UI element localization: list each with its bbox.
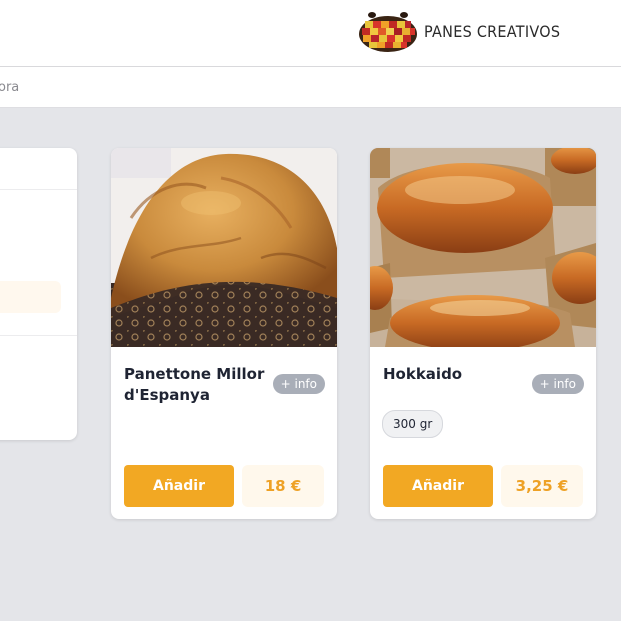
partial-product-card: [0, 148, 77, 440]
brand-logo[interactable]: PANES CREATIVOS: [358, 9, 575, 53]
top-header: PANES CREATIVOS: [0, 0, 621, 67]
partial-price-box: [0, 281, 61, 313]
add-to-cart-button[interactable]: Añadir: [383, 465, 493, 507]
brand-name: PANES CREATIVOS: [424, 21, 561, 41]
product-name: Panettone Millor d'Espanya: [124, 365, 265, 404]
divider: [0, 189, 77, 190]
divider: [0, 335, 77, 336]
product-card-panettone[interactable]: Panettone Millor d'Espanya + info Añadir…: [111, 148, 337, 519]
subnav-link[interactable]: ora: [0, 80, 19, 95]
bread-mosaic-logo-icon: [358, 9, 418, 53]
info-button[interactable]: + info: [272, 374, 325, 394]
panettone-photo[interactable]: [111, 148, 337, 347]
sub-navigation: ora: [0, 67, 621, 108]
hokkaido-bread-photo[interactable]: [370, 148, 596, 347]
price-label: 3,25 €: [501, 465, 583, 507]
weight-badge: 300 gr: [382, 410, 444, 438]
product-card-hokkaido[interactable]: Hokkaido + info 300 gr Añadir 3,25 €: [370, 148, 596, 519]
add-to-cart-button[interactable]: Añadir: [124, 465, 234, 507]
info-button[interactable]: + info: [531, 374, 584, 394]
product-name: Hokkaido: [383, 365, 463, 383]
price-label: 18 €: [242, 465, 324, 507]
